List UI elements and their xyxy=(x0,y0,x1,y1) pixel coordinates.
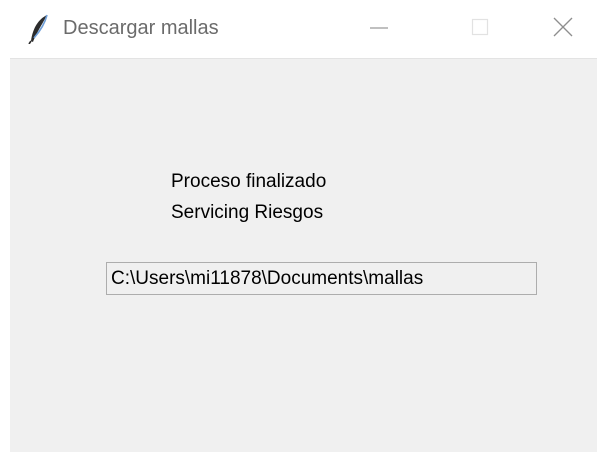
process-name-label: Servicing Riesgos xyxy=(171,202,324,223)
maximize-button[interactable] xyxy=(457,8,503,50)
client-area: Proceso finalizado Servicing Riesgos xyxy=(10,58,597,452)
close-icon xyxy=(552,16,574,43)
minimize-button[interactable] xyxy=(356,8,402,50)
app-window: Descargar mallas Proceso finalizado Serv… xyxy=(10,0,597,452)
status-label: Proceso finalizado xyxy=(171,171,327,192)
minimize-icon xyxy=(369,17,389,42)
title-bar[interactable]: Descargar mallas xyxy=(10,0,597,58)
maximize-icon xyxy=(470,17,490,42)
window-title: Descargar mallas xyxy=(63,17,219,39)
path-field[interactable] xyxy=(106,262,537,295)
close-button[interactable] xyxy=(540,8,586,50)
feather-icon xyxy=(28,14,50,45)
